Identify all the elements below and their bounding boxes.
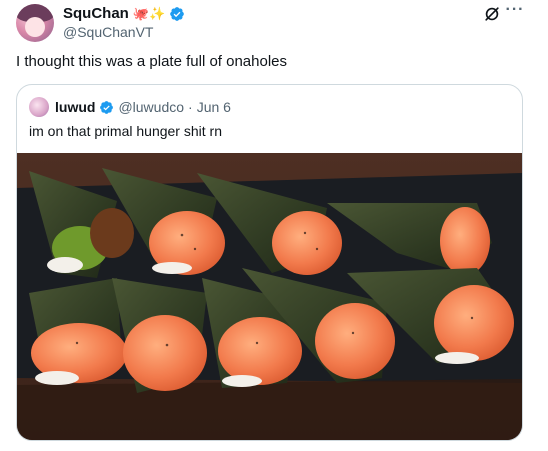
author-handle[interactable]: @SquChanVT <box>63 23 153 41</box>
quoted-separator: · <box>188 99 193 115</box>
quoted-date[interactable]: Jun 6 <box>197 98 231 116</box>
verified-badge-icon <box>170 7 185 21</box>
quoted-text: im on that primal hunger shit rn <box>29 123 222 139</box>
more-icon[interactable]: ··· <box>505 2 525 23</box>
quoted-photo[interactable] <box>17 153 522 440</box>
tweet: SquChan 🐙✨ @SquChanVT ··· I thought this… <box>0 0 548 451</box>
name-emoji: 🐙✨ <box>132 6 166 21</box>
quoted-tweet[interactable]: luwud @luwudco · Jun 6 im on that primal… <box>16 84 523 441</box>
avatar[interactable] <box>16 4 54 42</box>
quoted-header: luwud @luwudco · Jun 6 <box>55 98 231 116</box>
author-name-row: SquChan 🐙✨ <box>63 5 185 23</box>
quoted-display-name[interactable]: luwud <box>55 98 95 116</box>
verified-badge-icon <box>100 100 114 114</box>
grok-icon[interactable] <box>482 4 502 24</box>
author-display-name[interactable]: SquChan <box>63 5 129 23</box>
quoted-avatar[interactable] <box>29 97 49 117</box>
tweet-text: I thought this was a plate full of onaho… <box>16 53 288 70</box>
quoted-handle[interactable]: @luwudco <box>118 98 184 116</box>
